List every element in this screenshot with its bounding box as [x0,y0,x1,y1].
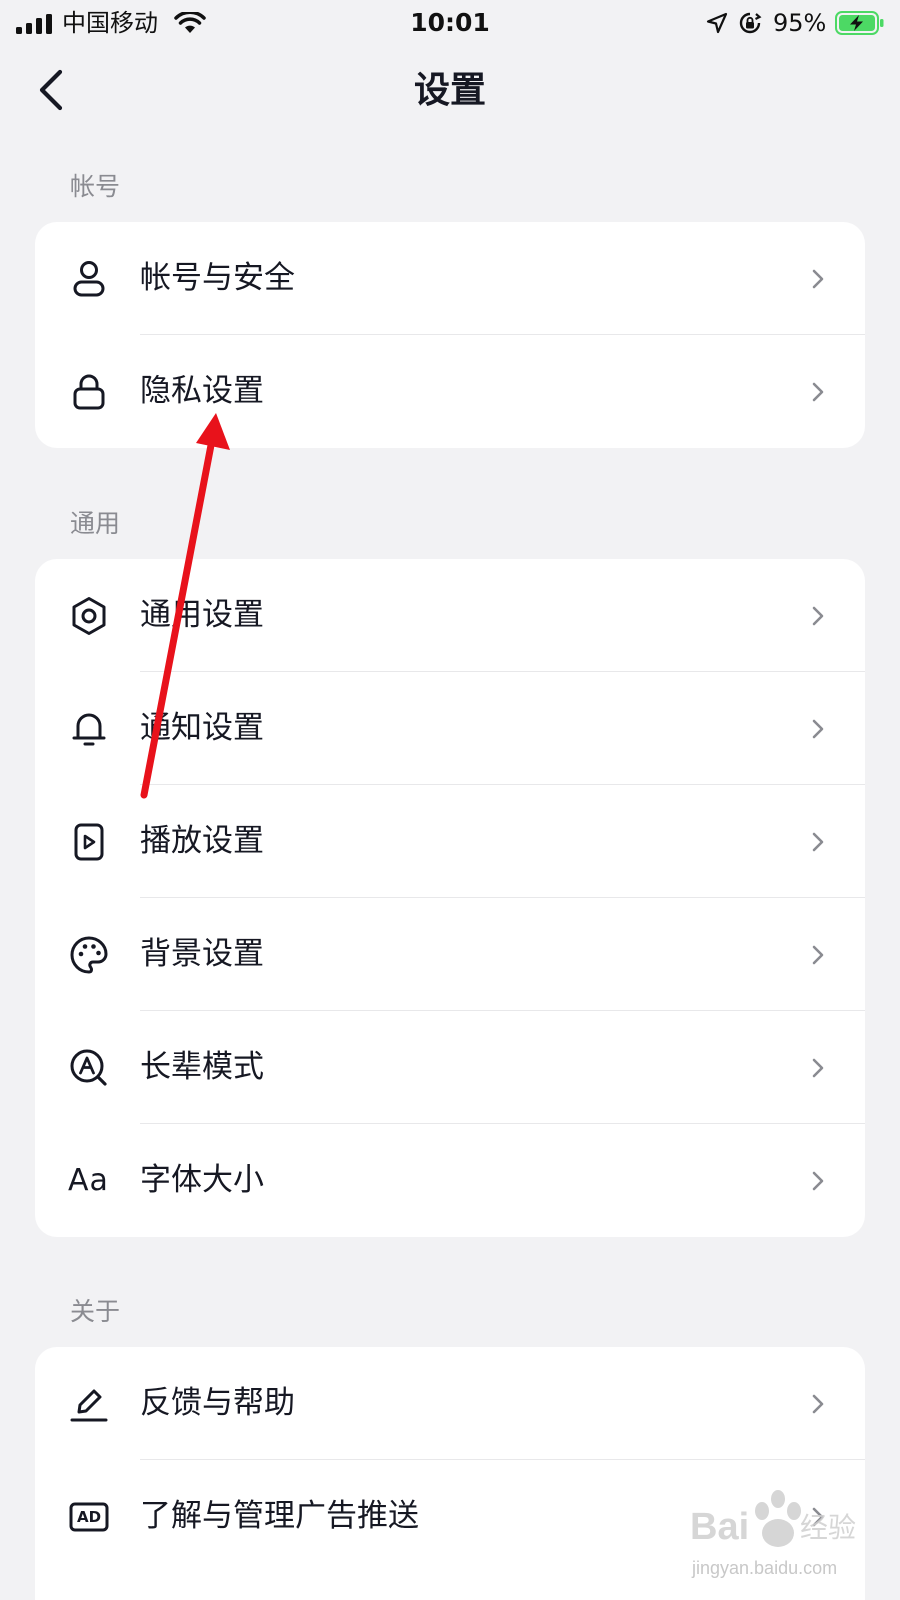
pencil-icon [68,1383,110,1425]
status-time: 10:01 [410,8,490,37]
play-icon [68,821,110,863]
status-bar: 中国移动 10:01 95% [0,0,900,46]
item-label: 隐私设置 [140,373,264,409]
battery-charging-icon [835,11,884,35]
bell-icon [68,708,110,750]
item-label: 字体大小 [140,1162,264,1198]
chevron-right-icon [812,945,824,965]
chevron-right-icon [812,719,824,739]
battery-percent: 95% [773,9,827,37]
ad-icon-text: AD [76,1508,102,1526]
item-label: 播放设置 [140,823,264,859]
magnifier-a-icon [68,1047,110,1089]
section-header-about: 关于 [70,1297,121,1326]
item-label: 通知设置 [140,710,264,746]
general-settings-item[interactable]: 通用设置 [35,559,865,672]
palette-icon [68,934,110,976]
chevron-right-icon [812,606,824,626]
lock-icon [68,371,110,413]
person-icon [68,258,110,300]
svg-text:Bai: Bai [690,1506,749,1548]
chevron-right-icon [812,1171,824,1191]
font-size-icon: Aa [68,1160,110,1202]
chevron-right-icon [812,382,824,402]
watermark-url: jingyan.baidu.com [692,1558,838,1578]
account-security-item[interactable]: 帐号与安全 [35,222,865,335]
section-header-general: 通用 [70,509,121,538]
general-card: 通用设置 通知设置 播放设置 背景设置 长辈模式 Aa 字体大小 [35,559,865,1237]
font-size-item[interactable]: Aa 字体大小 [35,1124,865,1237]
chevron-right-icon [812,1058,824,1078]
svg-text:经验: 经验 [800,1511,856,1544]
location-arrow-icon [706,12,728,34]
chevron-right-icon [812,1394,824,1414]
item-label: 帐号与安全 [140,260,295,296]
playback-settings-item[interactable]: 播放设置 [35,785,865,898]
page-title: 设置 [413,70,486,111]
item-label: 通用设置 [140,597,264,633]
account-card: 帐号与安全 隐私设置 [35,222,865,448]
orientation-lock-icon [739,12,762,34]
ad-icon: AD [68,1496,110,1538]
background-settings-item[interactable]: 背景设置 [35,898,865,1011]
notification-settings-item[interactable]: 通知设置 [35,672,865,785]
font-size-icon-text: Aa [68,1163,109,1198]
item-label: 背景设置 [140,936,264,972]
item-label: 长辈模式 [140,1049,264,1085]
gear-icon [68,595,110,637]
item-label: 反馈与帮助 [140,1385,295,1421]
item-label: 了解与管理广告推送 [140,1498,419,1534]
chevron-right-icon [812,269,824,289]
elder-mode-item[interactable]: 长辈模式 [35,1011,865,1124]
chevron-right-icon [812,832,824,852]
section-header-account: 帐号 [70,172,121,201]
feedback-help-item[interactable]: 反馈与帮助 [35,1347,865,1460]
privacy-settings-item[interactable]: 隐私设置 [35,335,865,448]
